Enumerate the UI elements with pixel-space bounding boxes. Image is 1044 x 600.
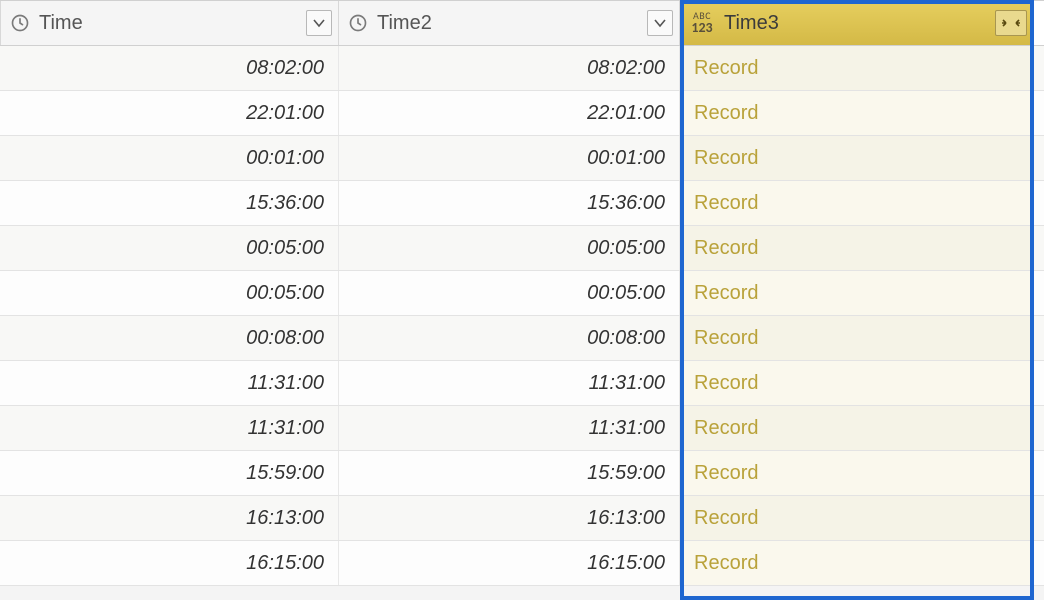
cell-time2: 08:02:00 — [339, 46, 680, 90]
cell-time3-record[interactable]: Record — [680, 226, 1034, 270]
data-rows: 08:02:00 08:02:00 Record 22:01:00 22:01:… — [0, 46, 1044, 586]
cell-time2: 00:01:00 — [339, 136, 680, 180]
cell-time: 00:01:00 — [0, 136, 339, 180]
table-row[interactable]: 16:13:00 16:13:00 Record — [0, 496, 1044, 541]
cell-time: 15:59:00 — [0, 451, 339, 495]
cell-time2: 00:08:00 — [339, 316, 680, 360]
table-row[interactable]: 11:31:00 11:31:00 Record — [0, 361, 1044, 406]
column-header-time[interactable]: Time — [0, 1, 339, 45]
cell-time: 16:13:00 — [0, 496, 339, 540]
table-row[interactable]: 15:36:00 15:36:00 Record — [0, 181, 1044, 226]
expand-record-button[interactable] — [995, 10, 1027, 36]
cell-time: 00:05:00 — [0, 271, 339, 315]
table-row[interactable]: 11:31:00 11:31:00 Record — [0, 406, 1044, 451]
column-filter-button[interactable] — [647, 10, 673, 36]
cell-time2: 15:59:00 — [339, 451, 680, 495]
cell-time2: 00:05:00 — [339, 271, 680, 315]
table-row[interactable]: 00:01:00 00:01:00 Record — [0, 136, 1044, 181]
cell-time3-record[interactable]: Record — [680, 316, 1034, 360]
cell-time: 16:15:00 — [0, 541, 339, 585]
cell-time: 11:31:00 — [0, 361, 339, 405]
cell-time3-record[interactable]: Record — [680, 361, 1034, 405]
cell-time3-record[interactable]: Record — [680, 136, 1034, 180]
cell-time: 00:08:00 — [0, 316, 339, 360]
cell-time: 22:01:00 — [0, 91, 339, 135]
cell-time2: 00:05:00 — [339, 226, 680, 270]
cell-time: 00:05:00 — [0, 226, 339, 270]
cell-time3-record[interactable]: Record — [680, 451, 1034, 495]
cell-time3-record[interactable]: Record — [680, 271, 1034, 315]
column-filter-button[interactable] — [306, 10, 332, 36]
table-row[interactable]: 00:05:00 00:05:00 Record — [0, 226, 1044, 271]
cell-time2: 16:15:00 — [339, 541, 680, 585]
column-header-label: Time3 — [724, 12, 995, 35]
power-query-table: { "columns": [ { "key": "time", "label":… — [0, 0, 1044, 600]
cell-time: 15:36:00 — [0, 181, 339, 225]
column-header-time3[interactable]: ABC 123 Time3 — [680, 1, 1034, 45]
cell-time2: 16:13:00 — [339, 496, 680, 540]
cell-time3-record[interactable]: Record — [680, 541, 1034, 585]
column-header-time2[interactable]: Time2 — [339, 1, 680, 45]
cell-time3-record[interactable]: Record — [680, 181, 1034, 225]
cell-time2: 15:36:00 — [339, 181, 680, 225]
cell-time: 08:02:00 — [0, 46, 339, 90]
cell-time2: 11:31:00 — [339, 406, 680, 450]
cell-time2: 22:01:00 — [339, 91, 680, 135]
column-header-label: Time — [39, 12, 306, 35]
table-row[interactable]: 16:15:00 16:15:00 Record — [0, 541, 1044, 586]
column-header-label: Time2 — [377, 12, 647, 35]
data-grid: Time Time2 ABC 123 Time3 — [0, 0, 1044, 586]
table-row[interactable]: 00:08:00 00:08:00 Record — [0, 316, 1044, 361]
cell-time3-record[interactable]: Record — [680, 406, 1034, 450]
table-row[interactable]: 22:01:00 22:01:00 Record — [0, 91, 1044, 136]
clock-icon — [9, 12, 31, 34]
table-row[interactable]: 00:05:00 00:05:00 Record — [0, 271, 1044, 316]
header-row: Time Time2 ABC 123 Time3 — [0, 0, 1044, 46]
cell-time3-record[interactable]: Record — [680, 91, 1034, 135]
clock-icon — [347, 12, 369, 34]
cell-time2: 11:31:00 — [339, 361, 680, 405]
table-row[interactable]: 08:02:00 08:02:00 Record — [0, 46, 1044, 91]
any-type-icon: ABC 123 — [688, 12, 716, 34]
cell-time: 11:31:00 — [0, 406, 339, 450]
table-row[interactable]: 15:59:00 15:59:00 Record — [0, 451, 1044, 496]
cell-time3-record[interactable]: Record — [680, 46, 1034, 90]
cell-time3-record[interactable]: Record — [680, 496, 1034, 540]
